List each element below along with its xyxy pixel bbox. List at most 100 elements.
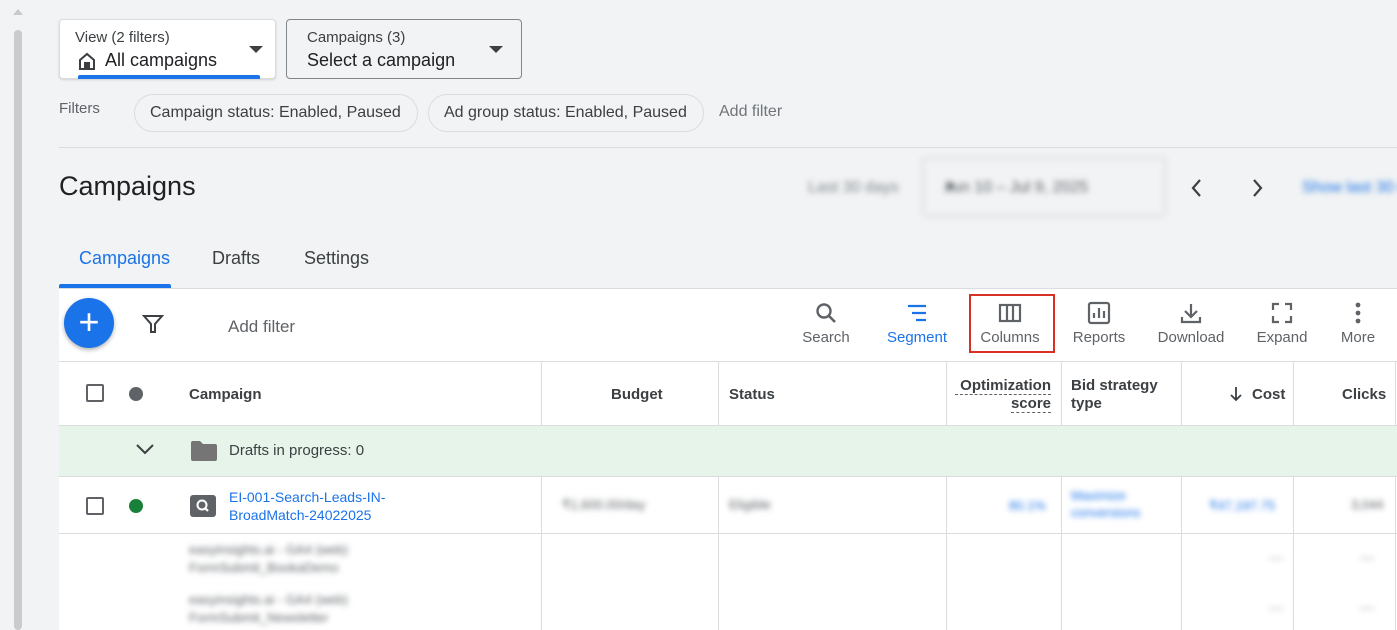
header-bid-strategy-line1: Bid strategy: [1071, 377, 1158, 394]
date-range-value: Jun 10 – Jul 9, 2025: [944, 179, 1089, 196]
add-filter-input[interactable]: Add filter: [228, 317, 295, 337]
bid-strategy-line1: Maximize: [1071, 488, 1126, 503]
campaigns-dropdown[interactable]: Campaigns (3) Select a campaign: [286, 19, 522, 79]
cost-cell[interactable]: ₹47,197.75: [1209, 497, 1275, 514]
table-row[interactable]: EI-001-Search-Leads-IN- BroadMatch-24022…: [59, 477, 1397, 534]
magnifier-icon: [196, 499, 209, 512]
expand-button[interactable]: Expand: [1249, 289, 1315, 361]
chevron-right-icon: [1253, 179, 1263, 197]
campaign-name-line2: BroadMatch-24022025: [229, 507, 372, 523]
show-last-period-link[interactable]: Show last 30 days: [1302, 179, 1397, 197]
cost-dash: —: [1269, 549, 1283, 565]
download-button-label: Download: [1157, 329, 1225, 346]
tab-campaigns[interactable]: Campaigns: [79, 248, 170, 269]
filter-chip-campaign-status[interactable]: Campaign status: Enabled, Paused: [134, 94, 418, 132]
header-cost[interactable]: Cost: [1252, 386, 1285, 403]
header-clicks[interactable]: Clicks: [1342, 386, 1386, 403]
more-button-label: More: [1340, 329, 1376, 346]
filter-funnel-icon[interactable]: [142, 313, 164, 335]
status-enabled-dot-icon: [129, 499, 143, 513]
status-dot-header-icon: [129, 387, 143, 401]
page-title: Campaigns: [59, 171, 196, 201]
conversion-action-line2: FormSubmit_BookaDemo: [189, 560, 339, 575]
status-cell: Eligible: [729, 497, 771, 512]
bid-strategy-cell[interactable]: Maximize conversions: [1071, 487, 1140, 521]
drafts-in-progress-row[interactable]: Drafts in progress: 0: [59, 426, 1397, 477]
filter-chip-ad-group-status[interactable]: Ad group status: Enabled, Paused: [428, 94, 704, 132]
divider: [59, 147, 1397, 148]
download-icon: [1180, 304, 1202, 324]
chevron-left-icon: [1191, 179, 1201, 197]
drafts-in-progress-label: Drafts in progress: 0: [229, 442, 365, 459]
reports-button-label: Reports: [1072, 329, 1126, 346]
header-status[interactable]: Status: [729, 386, 775, 403]
chevron-down-icon: [489, 46, 503, 53]
segment-button-label: Segment: [886, 329, 948, 346]
view-dropdown-value: All campaigns: [105, 50, 218, 70]
conversion-action-line1: easyinsights.ai - GA4 (web): [189, 592, 348, 607]
more-vert-icon: [1355, 302, 1361, 324]
segment-button[interactable]: Segment: [882, 289, 952, 361]
more-button[interactable]: More: [1333, 289, 1383, 361]
scroll-up-arrow-icon[interactable]: [13, 9, 23, 15]
sort-arrow-down-icon: [1230, 387, 1242, 402]
columns-highlight-box: [969, 294, 1055, 353]
reports-button[interactable]: Reports: [1064, 289, 1134, 361]
home-icon: [79, 52, 95, 70]
clicks-cell: 3,044: [1351, 497, 1384, 512]
header-bid-strategy-type[interactable]: Bid strategy type: [1071, 377, 1158, 413]
header-campaign[interactable]: Campaign: [189, 386, 262, 403]
search-campaign-icon: [190, 495, 216, 517]
date-range-picker[interactable]: Jun 10 – Jul 9, 2025: [922, 157, 1166, 217]
search-button-label: Search: [802, 329, 850, 346]
campaign-name-line1: EI-001-Search-Leads-IN-: [229, 489, 386, 505]
table-header: Campaign Budget Status Optimization scor…: [59, 361, 1397, 426]
download-button[interactable]: Download: [1151, 289, 1231, 361]
tab-drafts[interactable]: Drafts: [212, 248, 260, 269]
add-campaign-button[interactable]: +: [64, 298, 114, 348]
clicks-dash: —: [1360, 549, 1374, 565]
conversion-action-line2: FormSubmit_Newsletter: [189, 610, 329, 625]
opt-score-cell[interactable]: 80.1%: [1009, 497, 1046, 514]
conversion-action-row: easyinsights.ai - GA4 (web) FormSubmit_N…: [189, 591, 348, 627]
select-all-checkbox[interactable]: [86, 384, 104, 402]
expand-button-label: Expand: [1256, 329, 1308, 346]
header-opt-score-line2: score: [1010, 395, 1051, 413]
date-preset-label: Last 30 days: [808, 179, 899, 196]
view-dropdown-indicator: [78, 75, 260, 79]
previous-period-button[interactable]: [1185, 176, 1209, 200]
campaigns-dropdown-label: Campaigns (3): [307, 29, 406, 46]
reports-icon: [1087, 301, 1111, 325]
search-icon: [816, 303, 836, 323]
header-opt-score-line1: Optimization: [955, 377, 1051, 395]
budget-cell: ₹1,600.00/day: [562, 497, 646, 512]
chevron-down-icon: [249, 46, 263, 53]
add-filter-link[interactable]: Add filter: [719, 103, 782, 121]
chevron-down-icon: [944, 184, 956, 190]
view-dropdown-label: View (2 filters): [75, 29, 170, 46]
conversion-action-line1: easyinsights.ai - GA4 (web): [189, 542, 348, 557]
plus-icon: +: [78, 301, 100, 342]
next-period-button[interactable]: [1245, 176, 1269, 200]
conversion-action-row: easyinsights.ai - GA4 (web) FormSubmit_B…: [189, 541, 348, 577]
view-dropdown[interactable]: View (2 filters) All campaigns: [59, 19, 276, 79]
filters-label: Filters: [59, 100, 100, 117]
campaigns-dropdown-value: Select a campaign: [307, 50, 456, 70]
header-bid-strategy-line2: type: [1071, 395, 1102, 412]
row-checkbox[interactable]: [86, 497, 104, 515]
bid-strategy-line2: conversions: [1071, 505, 1141, 520]
folder-icon: [191, 441, 217, 461]
scroll-thumb[interactable]: [14, 30, 22, 630]
search-button[interactable]: Search: [797, 289, 855, 361]
cost-dash: —: [1269, 599, 1283, 615]
segment-icon: [908, 304, 926, 322]
chevron-down-icon[interactable]: [135, 439, 155, 459]
expand-icon: [1271, 302, 1293, 324]
header-optimization-score[interactable]: Optimization score: [955, 377, 1051, 413]
page-scrollbar[interactable]: [10, 0, 26, 630]
campaigns-table-card: + Add filter Search Segment Columns Repo…: [59, 288, 1397, 630]
header-budget[interactable]: Budget: [611, 386, 663, 403]
clicks-dash: —: [1360, 599, 1374, 615]
tab-settings[interactable]: Settings: [304, 248, 369, 269]
campaign-name-link[interactable]: EI-001-Search-Leads-IN- BroadMatch-24022…: [229, 488, 385, 524]
